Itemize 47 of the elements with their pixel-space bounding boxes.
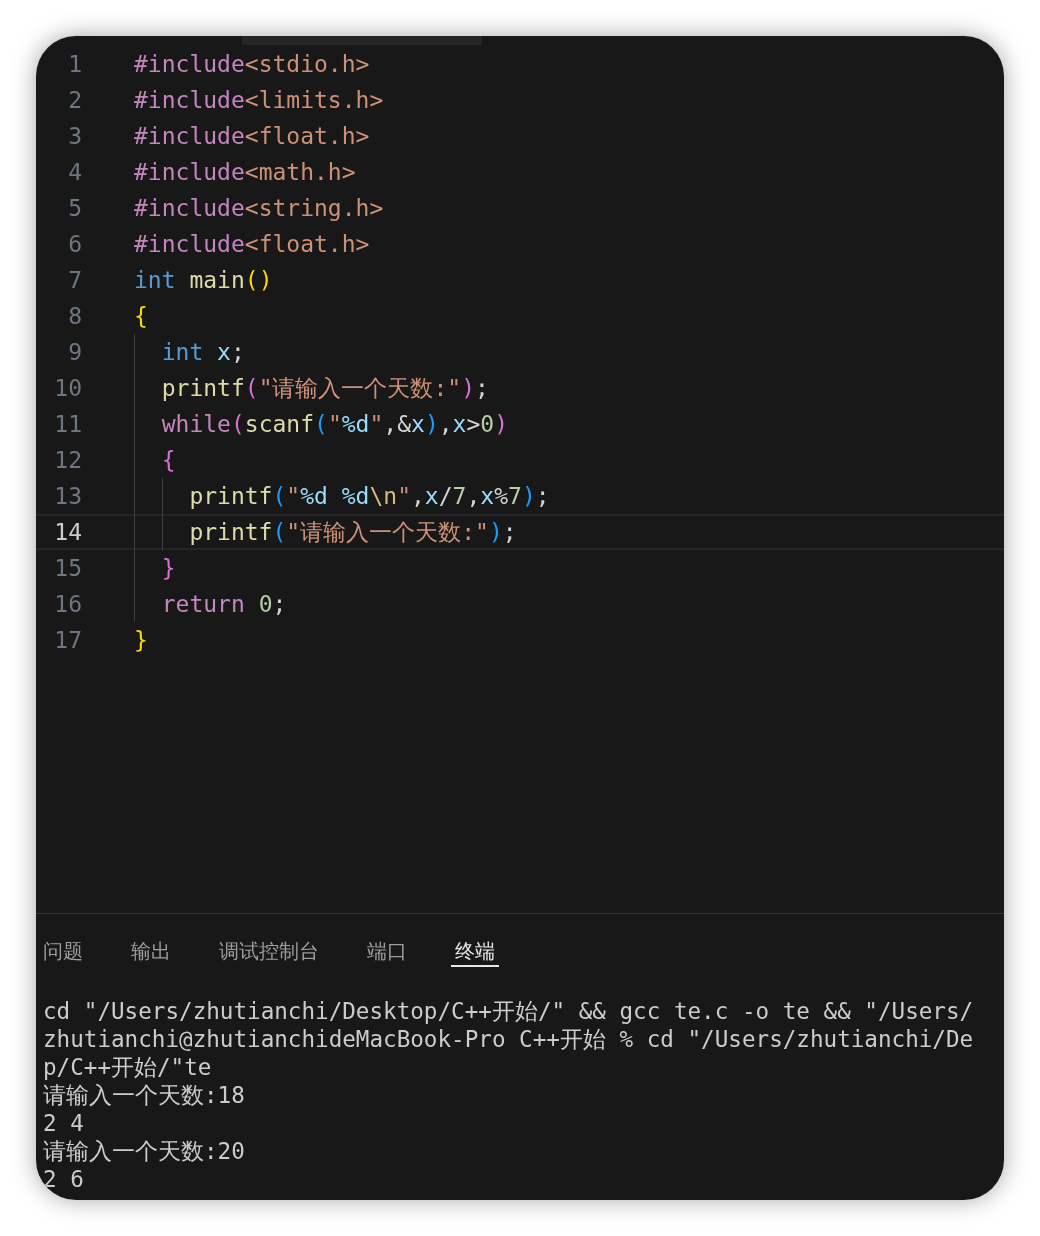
line-number: 6 [67, 231, 82, 257]
line-number: 8 [67, 303, 82, 329]
line-number: 3 [67, 123, 82, 149]
code-line: return 0; [161, 591, 287, 617]
terminal-line: p/C++开始/"te [43, 1053, 213, 1081]
code-line: } [161, 555, 176, 581]
terminal-line: 请输入一个天数:20 [43, 1137, 246, 1165]
line-number: 9 [67, 339, 82, 365]
scrollbar-thumb[interactable] [242, 36, 482, 45]
panel-tab[interactable]: 端口 [363, 936, 411, 967]
code-line: } [134, 627, 148, 653]
line-number: 13 [53, 483, 82, 509]
line-number: 12 [53, 447, 82, 473]
code-line: printf("请输入一个天数:"); [189, 517, 517, 547]
code-line: printf("%d %d\n",x/7,x%7); [189, 483, 550, 509]
code-line: int main() [134, 267, 273, 293]
code-line: #include<float.h> [134, 231, 370, 257]
code-line: #include<float.h> [134, 123, 370, 149]
line-number: 15 [53, 555, 82, 581]
code-line: #include<math.h> [134, 159, 356, 185]
code-line: #include<stdio.h> [134, 51, 370, 77]
terminal-line: 2 6 [43, 1165, 85, 1193]
code-line: #include<limits.h> [134, 87, 384, 113]
line-number: 1 [67, 51, 82, 77]
line-number: 10 [53, 375, 82, 401]
code-line: #include<string.h> [134, 195, 384, 221]
code-line: int x; [161, 339, 245, 365]
line-number: 11 [53, 411, 82, 437]
code-line: { [161, 447, 176, 473]
terminal-line: 请输入一个天数:18 [43, 1081, 246, 1109]
terminal-line: 2 4 [43, 1109, 85, 1137]
code-line: while(scanf("%d",&x),x>0) [161, 411, 509, 437]
line-number: 7 [67, 267, 82, 293]
line-number: 17 [53, 627, 82, 653]
terminal-line: zhutianchi@zhutianchideMacBook-Pro C++开始 % cd "/Users/zhutianchi/De [43, 1025, 975, 1053]
terminal-line: cd "/Users/zhutianchi/Desktop/C++开始/" && gcc te.c -o te && "/Users/ [43, 997, 975, 1025]
code-line: { [134, 303, 148, 329]
line-number: 5 [67, 195, 82, 221]
panel-tab[interactable]: 问题 [39, 936, 87, 967]
panel-tab[interactable]: 输出 [127, 936, 175, 967]
line-number: 4 [67, 159, 82, 185]
code-line: printf("请输入一个天数:"); [161, 373, 489, 403]
line-number: 2 [67, 87, 82, 113]
panel-tab[interactable]: 调试控制台 [215, 936, 323, 967]
line-number: 16 [53, 591, 82, 617]
line-number: 14 [53, 519, 82, 545]
panel-tab[interactable]: 终端 [451, 936, 499, 967]
